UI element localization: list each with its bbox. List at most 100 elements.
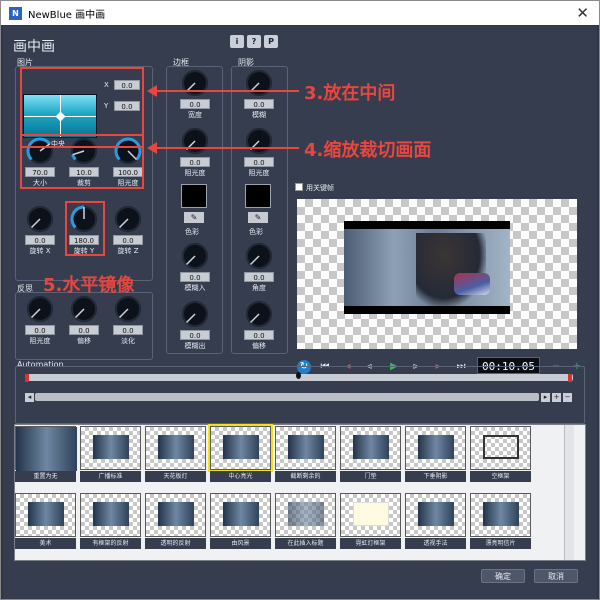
annotation-arrow-2 (153, 147, 299, 149)
border-opacity-value-field[interactable]: 0.0 (180, 157, 210, 167)
preset-image (145, 426, 206, 470)
preset-label: 中心亮光 (210, 471, 271, 482)
border-opacity-knob[interactable] (182, 128, 208, 154)
zoom-in-icon[interactable]: + (552, 393, 561, 402)
preset-thumbnail[interactable]: 有框架的反射 (80, 493, 141, 549)
preset-button[interactable]: P (264, 35, 278, 48)
annotation-text-3: 5.水平镜像 (43, 275, 135, 296)
preset-thumbnail[interactable]: 广播标准 (80, 426, 141, 482)
preset-thumbnail[interactable]: 重置为无 (15, 426, 77, 482)
picture-rotate-x-label: 旋转 X (29, 247, 51, 255)
preset-thumbnail[interactable]: 在此插入标题 (275, 493, 336, 549)
gallery-scrollbar[interactable] (564, 425, 574, 560)
picture-rotate-x-value-field[interactable]: 0.0 (25, 235, 55, 245)
preset-thumbnail[interactable]: 霓虹灯框架 (340, 493, 401, 549)
zoom-out-icon[interactable]: − (563, 393, 572, 402)
preset-label: 下垂阴影 (405, 471, 466, 482)
info-button[interactable]: i (230, 35, 244, 48)
preset-thumbnail[interactable]: 截断剩余的 (275, 426, 336, 482)
help-button[interactable]: ? (247, 35, 261, 48)
picture-rotate-z-value-field[interactable]: 0.0 (113, 235, 143, 245)
preset-image (145, 493, 206, 537)
ok-button[interactable]: 确定 (481, 569, 525, 583)
shadow-offset-knob[interactable] (246, 301, 272, 327)
preset-label: 重置为无 (15, 471, 76, 482)
shadow-angle-label: 角度 (252, 284, 266, 292)
border-eyedropper-icon[interactable]: ✎ (184, 212, 204, 223)
preset-thumbnail[interactable]: 透明的反射 (145, 493, 206, 549)
shadow-offset-value-field[interactable]: 0.0 (244, 330, 274, 340)
shadow-blur-knob[interactable] (246, 70, 272, 96)
border-blur-out-value-field[interactable]: 0.0 (180, 330, 210, 340)
preset-thumbnail[interactable]: 由风景 (210, 493, 271, 549)
preset-image (470, 493, 531, 537)
reflection-offset-label: 偏移 (77, 337, 91, 345)
preset-thumbnail[interactable]: 空框架 (470, 426, 531, 482)
reflection-offset-value-field[interactable]: 0.0 (69, 325, 99, 335)
preset-label: 在此插入标题 (275, 538, 336, 549)
playhead-handle[interactable] (296, 372, 301, 379)
reflection-opacity-label: 阻光度 (29, 337, 51, 345)
border-blur-out-knob[interactable] (182, 301, 208, 327)
annotation-arrow-1 (153, 90, 299, 92)
border-blur-in-label: 模糊入 (184, 284, 206, 292)
video-preview (297, 199, 577, 349)
border-color-swatch[interactable] (181, 184, 207, 208)
preset-thumbnail[interactable]: 中心亮光 (208, 424, 273, 482)
main-panel: 画中画 i ? P 图片 X 0.0 Y 0.0 中央 70.0 大小 10.0 裁剪… (3, 26, 597, 599)
reflection-opacity-knob[interactable] (27, 296, 53, 322)
shadow-angle-value-field[interactable]: 0.0 (244, 272, 274, 282)
preset-label: 美术 (15, 538, 76, 549)
cancel-button[interactable]: 取消 (534, 569, 578, 583)
border-blur-in-knob[interactable] (182, 243, 208, 269)
reflection-fade-value-field[interactable]: 0.0 (113, 325, 143, 335)
preset-label: 霓虹灯框架 (340, 538, 401, 549)
border-width-value-field[interactable]: 0.0 (180, 99, 210, 109)
preset-label: 截断剩余的 (275, 471, 336, 482)
picture-rotate-x-knob[interactable] (27, 206, 53, 232)
preset-thumbnail[interactable]: 天花板灯 (145, 426, 206, 482)
shadow-color-swatch[interactable] (245, 184, 271, 208)
preset-thumbnail[interactable]: 门垫 (340, 426, 401, 482)
annotation-text-2: 4.缩放裁切画面 (304, 140, 432, 161)
preset-label: 透视手法 (405, 538, 466, 549)
reflection-fade-knob[interactable] (115, 296, 141, 322)
shadow-opacity-value-field[interactable]: 0.0 (244, 157, 274, 167)
shadow-blur-label: 模糊 (252, 111, 266, 119)
timeline-scrollbar[interactable] (35, 393, 539, 401)
reflection-opacity-value-field[interactable]: 0.0 (25, 325, 55, 335)
preset-label: 漂亮明信片 (470, 538, 531, 549)
keyframe-checkbox-label: 用关键帧 (306, 184, 334, 192)
close-icon[interactable]: ✕ (576, 4, 589, 22)
start-keyframe-marker[interactable] (25, 374, 29, 382)
preset-label: 门垫 (340, 471, 401, 482)
shadow-blur-value-field[interactable]: 0.0 (244, 99, 274, 109)
preset-thumbnail[interactable]: 美术 (15, 493, 76, 549)
shadow-opacity-label: 阻光度 (248, 169, 270, 177)
border-width-label: 宽度 (188, 111, 202, 119)
shadow-angle-knob[interactable] (246, 243, 272, 269)
reflection-offset-knob[interactable] (71, 296, 97, 322)
scroll-left-icon[interactable]: ◂ (25, 393, 34, 402)
keyframe-checkbox[interactable] (295, 183, 303, 191)
border-blur-in-value-field[interactable]: 0.0 (180, 272, 210, 282)
preset-image (340, 426, 401, 470)
border-width-knob[interactable] (182, 70, 208, 96)
annotation-box-scale (20, 134, 144, 189)
end-keyframe-marker[interactable] (568, 374, 572, 382)
preset-image (470, 426, 531, 470)
preset-image (80, 426, 141, 470)
preset-image (15, 426, 77, 471)
page-title: 画中画 (13, 39, 55, 55)
preset-image (405, 493, 466, 537)
shadow-eyedropper-icon[interactable]: ✎ (248, 212, 268, 223)
preset-thumbnail[interactable]: 漂亮明信片 (470, 493, 531, 549)
preset-thumbnail[interactable]: 透视手法 (405, 493, 466, 549)
pip-video-frame (344, 221, 510, 314)
scroll-right-icon[interactable]: ▸ (541, 393, 550, 402)
preset-label: 空框架 (470, 471, 531, 482)
preset-thumbnail[interactable]: 下垂阴影 (405, 426, 466, 482)
shadow-opacity-knob[interactable] (246, 128, 272, 154)
picture-rotate-z-knob[interactable] (115, 206, 141, 232)
dialog-window: N NewBlue 画中画 ✕ 画中画 i ? P 图片 X 0.0 Y 0.0… (0, 0, 600, 600)
